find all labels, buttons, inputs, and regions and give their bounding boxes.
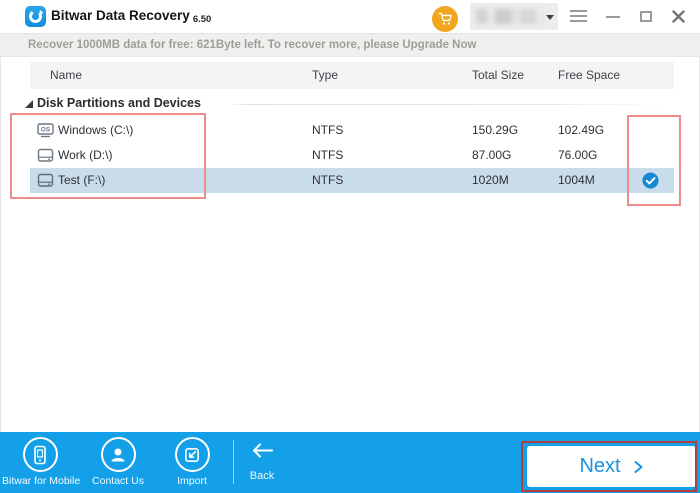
chevron-down-icon	[546, 15, 554, 20]
check-circle-icon[interactable]	[642, 172, 659, 189]
partition-type: NTFS	[312, 168, 343, 193]
group-divider	[230, 104, 670, 105]
partition-total-size: 150.29G	[472, 118, 518, 143]
shopping-cart-icon	[438, 12, 453, 26]
group-disk-partitions[interactable]: Disk Partitions and Devices	[25, 95, 680, 113]
app-window: Bitwar Data Recovery6.50 Recover 1000MB …	[0, 0, 700, 493]
store-cart-button[interactable]	[432, 6, 458, 32]
notice-text: Recover 1000MB data for free: 621Byte le…	[28, 39, 402, 51]
close-button[interactable]	[672, 10, 685, 23]
import-button[interactable]: Import	[154, 437, 230, 487]
action-label: Import	[154, 475, 230, 487]
os-drive-icon: OS	[37, 123, 54, 138]
column-header-name: Name	[50, 62, 82, 89]
person-icon	[101, 437, 136, 472]
table-header: Name Type Total Size Free Space	[30, 62, 674, 89]
partition-type: NTFS	[312, 118, 343, 143]
column-header-free-space: Free Space	[558, 62, 620, 89]
app-version: 6.50	[193, 14, 212, 25]
mobile-phone-icon	[23, 437, 58, 472]
partition-name: Test (F:\)	[58, 168, 105, 193]
blurred-account-name	[476, 9, 544, 24]
import-icon	[175, 437, 210, 472]
app-logo-icon	[25, 6, 46, 27]
partition-free-space: 1004M	[558, 168, 595, 193]
next-button[interactable]: Next	[527, 446, 696, 487]
partition-name: Windows (C:\)	[58, 118, 133, 143]
back-button[interactable]: Back	[240, 442, 284, 482]
footer-divider	[233, 440, 234, 484]
partition-total-size: 1020M	[472, 168, 509, 193]
partition-row-test-f-selected[interactable]: Test (F:\) NTFS 1020M 1004M	[30, 168, 674, 193]
partition-total-size: 87.00G	[472, 143, 511, 168]
column-header-total-size: Total Size	[472, 62, 524, 89]
upgrade-now-link[interactable]: Upgrade Now	[402, 39, 476, 51]
menu-icon[interactable]	[570, 10, 587, 22]
next-label: Next	[579, 455, 620, 478]
partition-type: NTFS	[312, 143, 343, 168]
bitwar-for-mobile-button[interactable]: Bitwar for Mobile	[2, 437, 78, 487]
footer-bar: Bitwar for Mobile Contact Us Import	[0, 432, 700, 493]
partition-row-work-d[interactable]: Work (D:\) NTFS 87.00G 76.00G	[30, 143, 674, 168]
back-arrow-icon	[250, 442, 274, 459]
action-label: Bitwar for Mobile	[2, 475, 78, 487]
app-title: Bitwar Data Recovery6.50	[51, 8, 211, 23]
column-header-type: Type	[312, 62, 338, 89]
partition-free-space: 76.00G	[558, 143, 597, 168]
free-quota-notice: Recover 1000MB data for free: 621Byte le…	[0, 33, 700, 57]
next-chevron-icon	[633, 459, 644, 475]
group-label: Disk Partitions and Devices	[37, 96, 201, 110]
drive-icon	[37, 173, 54, 188]
drive-icon	[37, 148, 54, 163]
account-dropdown[interactable]	[470, 3, 558, 30]
svg-text:OS: OS	[41, 127, 51, 134]
partition-row-windows-c[interactable]: OS Windows (C:\) NTFS 150.29G 102.49G	[30, 118, 674, 143]
contact-us-button[interactable]: Contact Us	[80, 437, 156, 487]
titlebar: Bitwar Data Recovery6.50	[0, 0, 700, 33]
partition-name: Work (D:\)	[58, 143, 112, 168]
back-label: Back	[240, 470, 284, 482]
action-label: Contact Us	[80, 475, 156, 487]
expand-triangle-icon[interactable]	[25, 100, 33, 108]
maximize-button[interactable]	[640, 11, 652, 22]
minimize-button[interactable]	[606, 16, 620, 18]
partition-free-space: 102.49G	[558, 118, 604, 143]
close-icon	[672, 10, 685, 23]
